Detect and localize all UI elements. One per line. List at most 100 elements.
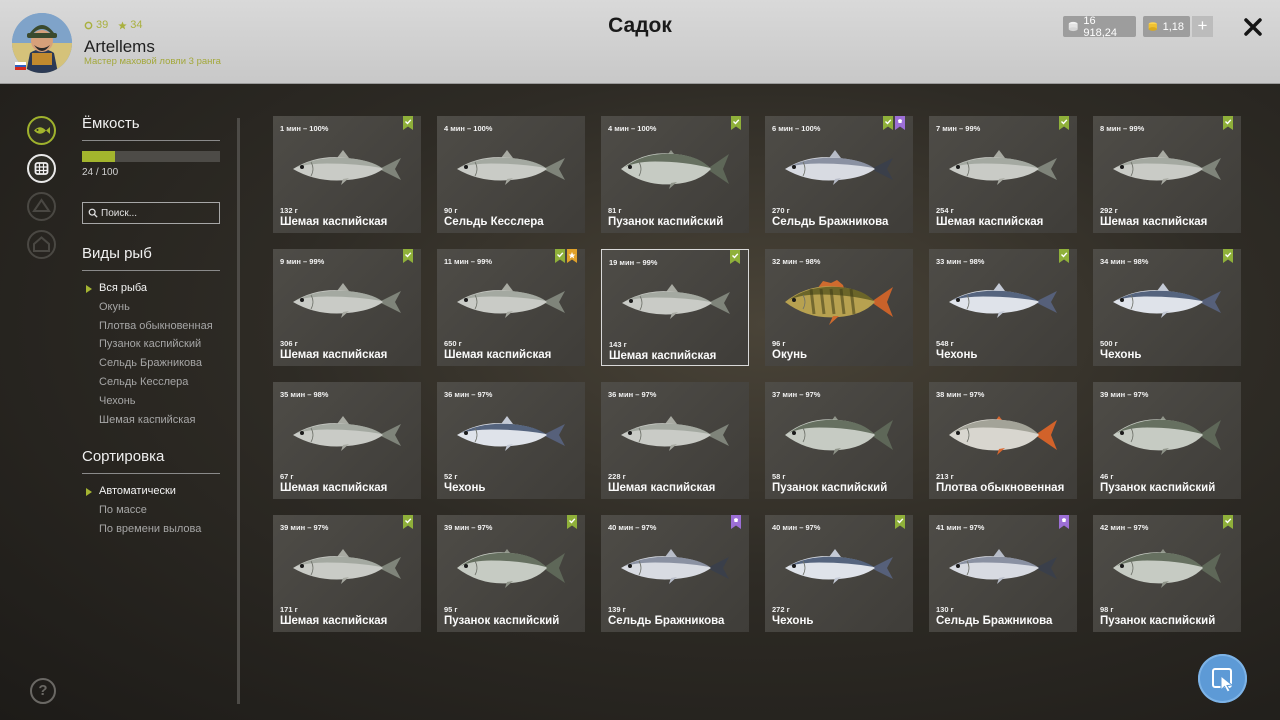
fish-card[interactable]: 39 мин – 97% 171 г Шемая каспийская	[273, 515, 421, 632]
fish-name: Шемая каспийская	[280, 349, 388, 361]
catch-time: 9 мин – 99%	[280, 257, 325, 266]
fish-weight: 228 г	[608, 472, 626, 481]
chekhon-fish-image	[949, 283, 1057, 318]
fish-weight: 81 г	[608, 206, 622, 215]
silver-balance: 16 918,24	[1063, 15, 1136, 39]
shemaya-fish-image	[621, 416, 729, 451]
catch-time: 34 мин – 98%	[1100, 257, 1149, 266]
fish-card[interactable]: 42 мин – 97% 98 г Пузанок каспийский	[1093, 515, 1241, 632]
fish-name: Плотва обыкновенная	[936, 482, 1065, 494]
fish-weight: 171 г	[280, 605, 298, 614]
species-panel: Виды рыб Вся рыба Окунь Плотва обыкновенна…	[82, 245, 220, 429]
fish-card[interactable]: 38 мин – 97% 213 г Плотва обыкновенная	[929, 382, 1077, 499]
fish-card[interactable]: 9 мин – 99% 306 г Шемая каспийская	[273, 249, 421, 366]
species-filter-0[interactable]: Вся рыба	[82, 279, 220, 298]
house-icon[interactable]	[27, 230, 56, 259]
fish-name: Сельдь Бражникова	[936, 615, 1053, 627]
fish-weight: 213 г	[936, 472, 954, 481]
fish-card[interactable]: 36 мин – 97% 52 г Чехонь	[437, 382, 585, 499]
shemaya-fish-image	[293, 549, 401, 584]
badge-group	[1059, 515, 1069, 529]
fish-card[interactable]: 37 мин – 97% 58 г Пузанок каспийский	[765, 382, 913, 499]
close-button[interactable]	[1240, 14, 1266, 40]
species-filter-3[interactable]: Пузанок каспийский	[82, 335, 220, 354]
search-input[interactable]: Поиск...	[82, 202, 220, 224]
fish-name: Шемая каспийская	[608, 482, 716, 494]
fish-weight: 58 г	[772, 472, 786, 481]
catch-time: 37 мин – 97%	[772, 390, 821, 399]
fish-card[interactable]: 11 мин – 99% 650 г Шемая каспийская	[437, 249, 585, 366]
purple-ribbon-icon	[895, 116, 905, 130]
fish-weight: 143 г	[609, 340, 627, 349]
green-ribbon-icon	[1059, 116, 1069, 130]
fish-card[interactable]: 7 мин – 99% 254 г Шемая каспийская	[929, 116, 1077, 233]
catch-time: 38 мин – 97%	[936, 390, 985, 399]
green-ribbon-icon	[895, 515, 905, 529]
species-filter-6[interactable]: Чехонь	[82, 392, 220, 411]
badge-group	[731, 116, 741, 130]
shemaya-fish-image	[457, 150, 565, 185]
filter-panel: Ёмкость 24 / 100	[82, 115, 220, 178]
keepnet-icon[interactable]	[27, 154, 56, 183]
fish-card[interactable]: 41 мин – 97% 130 г Сельдь Бражникова	[929, 515, 1077, 632]
cursor-mode-button[interactable]	[1198, 654, 1247, 703]
sort-option-0[interactable]: Автоматически	[82, 482, 220, 501]
fish-name: Шемая каспийская	[444, 349, 552, 361]
fish-name: Пузанок каспийский	[444, 615, 560, 627]
help-button[interactable]: ?	[30, 678, 56, 704]
panel-divider	[237, 118, 240, 704]
fish-weight: 306 г	[280, 339, 298, 348]
search-placeholder: Поиск...	[101, 207, 138, 219]
badge-group	[731, 515, 741, 529]
species-list: Вся рыба Окунь Плотва обыкновенная Пузанок …	[82, 279, 220, 429]
species-filter-1[interactable]: Окунь	[82, 298, 220, 317]
species-filter-7[interactable]: Шемая каспийская	[82, 411, 220, 430]
shemaya-fish-image	[949, 150, 1057, 185]
fish-card[interactable]: 32 мин – 98% 96 г Окунь	[765, 249, 913, 366]
species-filter-4[interactable]: Сельдь Бражникова	[82, 354, 220, 373]
fish-icon[interactable]	[27, 116, 56, 145]
orange-ribbon-icon	[567, 249, 577, 263]
puzanok-fish-image	[457, 549, 565, 588]
species-filter-2[interactable]: Плотва обыкновенная	[82, 317, 220, 336]
badge-group	[1223, 249, 1233, 263]
camp-icon[interactable]	[27, 192, 56, 221]
fish-card[interactable]: 34 мин – 98% 500 г Чехонь	[1093, 249, 1241, 366]
shemaya-fish-image	[293, 283, 401, 318]
green-ribbon-icon	[1059, 249, 1069, 263]
fish-card[interactable]: 35 мин – 98% 67 г Шемая каспийская	[273, 382, 421, 499]
catch-time: 33 мин – 98%	[936, 257, 985, 266]
fish-name: Чехонь	[444, 482, 486, 494]
badge-group	[730, 250, 740, 264]
green-ribbon-icon	[403, 515, 413, 529]
fish-card[interactable]: 19 мин – 99% 143 г Шемая каспийская	[601, 249, 749, 366]
species-filter-5[interactable]: Сельдь Кесслера	[82, 373, 220, 392]
fish-weight: 90 г	[444, 206, 458, 215]
add-gold-button[interactable]: +	[1192, 16, 1213, 37]
fish-card[interactable]: 39 мин – 97% 95 г Пузанок каспийский	[437, 515, 585, 632]
fish-card[interactable]: 4 мин – 100% 81 г Пузанок каспийский	[601, 116, 749, 233]
fish-name: Пузанок каспийский	[1100, 482, 1216, 494]
green-ribbon-icon	[403, 249, 413, 263]
badge-group	[883, 116, 905, 130]
fish-card[interactable]: 40 мин – 97% 272 г Чехонь	[765, 515, 913, 632]
russia-flag-icon	[15, 62, 26, 70]
fish-card[interactable]: 1 мин – 100% 132 г Шемая каспийская	[273, 116, 421, 233]
fish-card[interactable]: 6 мин – 100% 270 г Сельдь Бражникова	[765, 116, 913, 233]
badge-group	[1223, 116, 1233, 130]
catch-time: 39 мин – 97%	[1100, 390, 1149, 399]
catch-time: 40 мин – 97%	[608, 523, 657, 532]
fish-card[interactable]: 36 мин – 97% 228 г Шемая каспийская	[601, 382, 749, 499]
catch-time: 6 мин – 100%	[772, 124, 821, 133]
sort-option-2[interactable]: По времени вылова	[82, 520, 220, 539]
green-ribbon-icon	[883, 116, 893, 130]
fish-card[interactable]: 40 мин – 97% 139 г Сельдь Бражникова	[601, 515, 749, 632]
fish-weight: 500 г	[1100, 339, 1118, 348]
fish-card[interactable]: 39 мин – 97% 46 г Пузанок каспийский	[1093, 382, 1241, 499]
fish-card[interactable]: 33 мин – 98% 548 г Чехонь	[929, 249, 1077, 366]
fish-card[interactable]: 8 мин – 99% 292 г Шемая каспийская	[1093, 116, 1241, 233]
sort-option-1[interactable]: По массе	[82, 501, 220, 520]
purple-ribbon-icon	[1059, 515, 1069, 529]
fish-card[interactable]: 4 мин – 100% 90 г Сельдь Кесслера	[437, 116, 585, 233]
fish-name: Шемая каспийская	[609, 350, 717, 362]
